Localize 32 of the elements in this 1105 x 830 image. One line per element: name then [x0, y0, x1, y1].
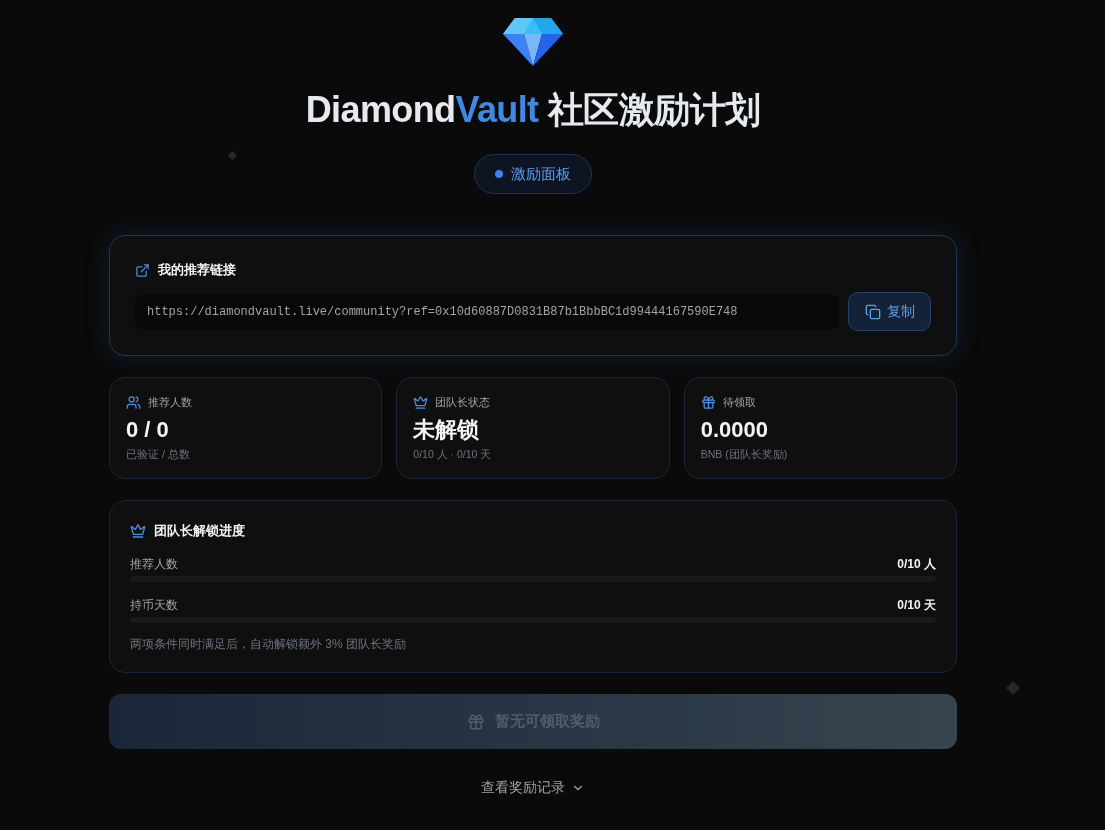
copy-icon: [864, 303, 881, 320]
history-link[interactable]: 查看奖励记录: [479, 776, 587, 800]
badge-label: 激励面板: [511, 164, 571, 184]
unlock-note: 两项条件同时满足后，自动解锁额外 3% 团队长奖励: [130, 636, 407, 653]
stat-label: 推荐人数: [148, 394, 192, 410]
copy-button[interactable]: 复制: [848, 292, 931, 331]
progress-reading: 0/10 人: [897, 555, 936, 573]
stat-value: 0.0000: [700, 416, 769, 444]
stat-label: 团队长状态: [435, 394, 491, 410]
dot-icon: [495, 170, 503, 178]
progress-label: 推荐人数: [130, 555, 178, 573]
crown-icon: [413, 394, 429, 410]
stat-caption: 0/10 人 · 0/10 天: [413, 447, 493, 462]
sparkle-icon: [1006, 681, 1020, 695]
gift-icon: [466, 712, 485, 731]
card-title: 团队长解锁进度: [154, 522, 245, 540]
stat-caption: 已验证 / 总数: [126, 447, 191, 462]
stat-label: 待领取: [722, 394, 756, 410]
card-title: 我的推荐链接: [158, 261, 236, 279]
stat-value: 0 / 0: [126, 416, 170, 444]
page-title: DiamondVault 社区激励计划: [305, 88, 761, 132]
diamond-icon: [503, 18, 563, 66]
crown-icon: [130, 523, 146, 539]
external-link-icon: [135, 262, 150, 278]
gift-icon: [700, 394, 716, 410]
stat-value: 未解锁: [413, 416, 481, 444]
stat-caption: BNB (团队长奖励): [700, 447, 789, 462]
referral-link-field[interactable]: https://diamondvault.live/community?ref=0x10d60887D0831B87b1BbbBC1d99444167590E748: [135, 294, 839, 329]
progress-label: 持币天数: [130, 596, 178, 614]
progress-reading: 0/10 天: [897, 596, 936, 614]
users-icon: [126, 394, 141, 410]
sparkle-icon: [228, 151, 237, 160]
